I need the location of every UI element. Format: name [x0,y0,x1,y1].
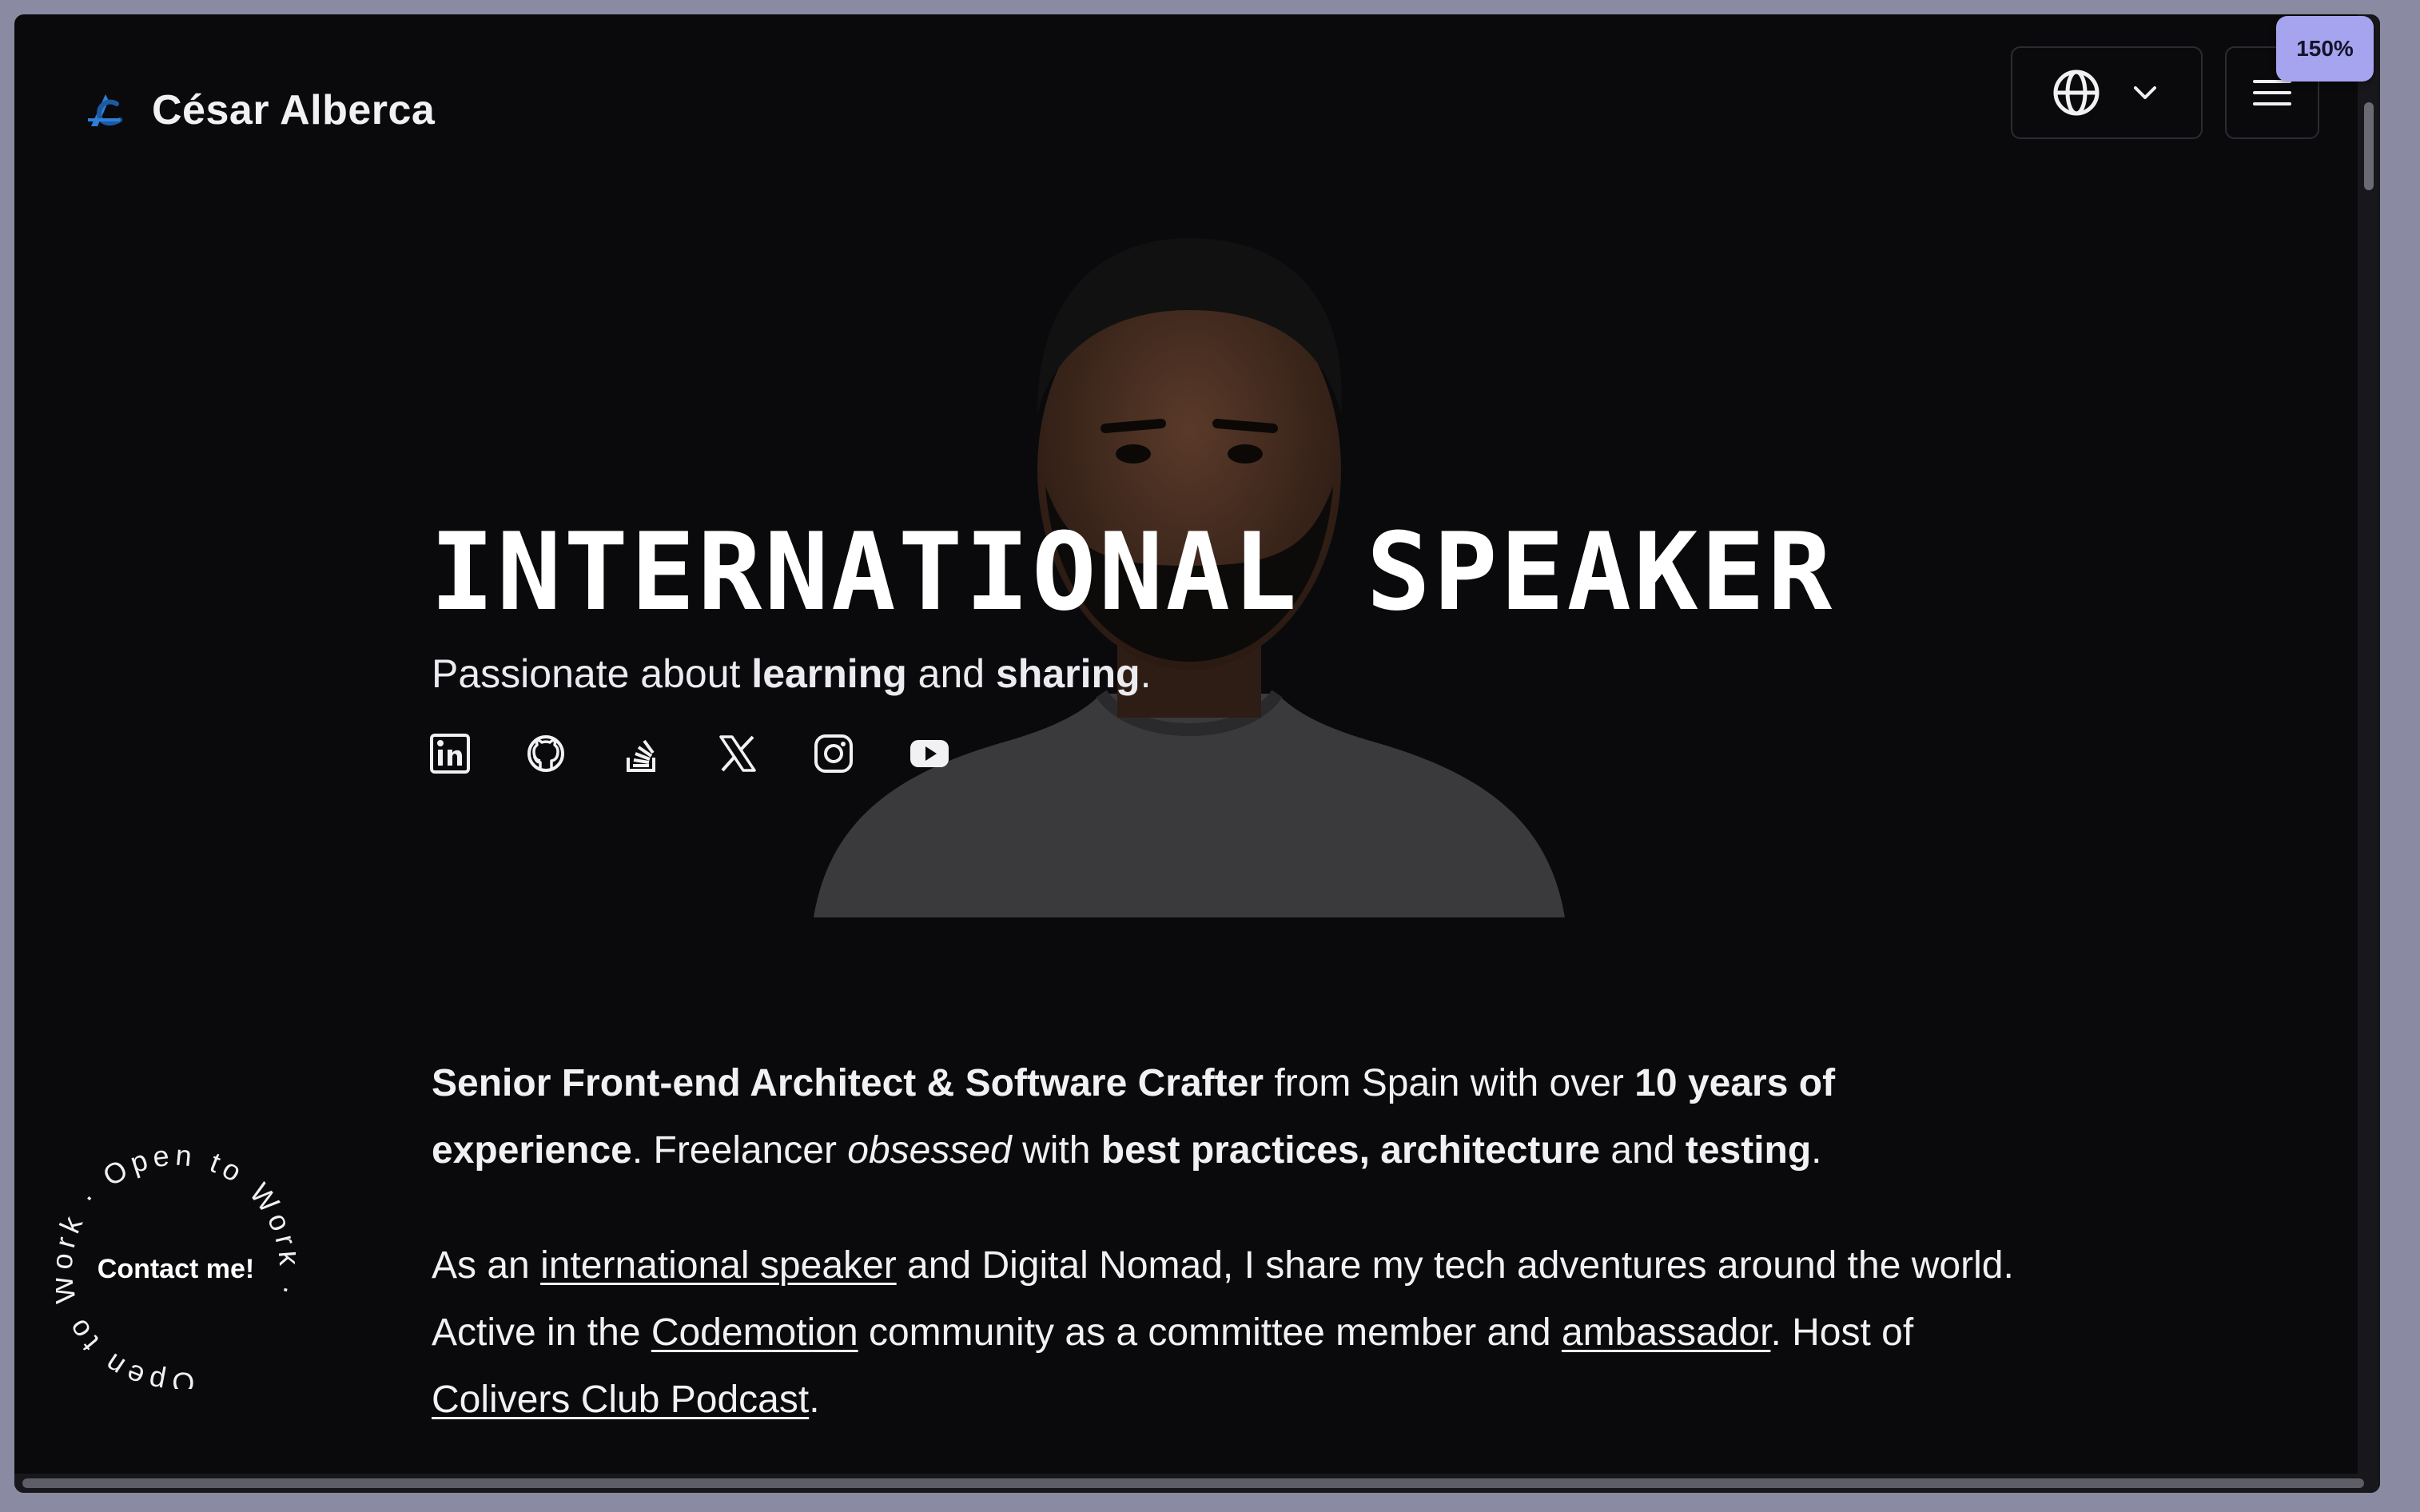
hero-subtitle: Passionate about learning and sharing. [432,651,1152,697]
brand-home-link[interactable]: César Alberca [82,83,435,137]
hero-subtitle-text: . [1140,651,1152,696]
ca-monogram-icon [88,94,122,126]
about-practices: best practices, architecture [1101,1129,1601,1172]
vertical-scrollbar-thumb[interactable] [2364,102,2374,190]
brand-name: César Alberca [152,87,436,133]
stackoverflow-icon[interactable] [622,734,662,774]
hero-subtitle-text: and [906,651,996,696]
about-text: community as a committee member and [858,1311,1562,1354]
about-text: . Host of [1770,1311,1914,1354]
about-testing: testing [1685,1129,1812,1172]
about-role: Senior Front-end Architect & Software Cr… [432,1062,1264,1104]
social-links [430,734,949,774]
ambassador-link[interactable]: ambassador [1562,1311,1771,1354]
vertical-scrollbar[interactable] [2358,14,2380,1493]
about-obsessed: obsessed [847,1129,1012,1172]
horizontal-scrollbar-thumb[interactable] [22,1478,2364,1488]
language-selector-button[interactable] [2011,46,2203,139]
about-text: . [809,1379,820,1421]
globe-icon [2053,70,2100,116]
x-twitter-icon[interactable] [718,734,758,774]
colivers-club-podcast-link[interactable]: Colivers Club Podcast [432,1379,809,1421]
instagram-icon[interactable] [814,734,854,774]
about-text: As an [432,1244,541,1287]
hamburger-menu-icon [2253,80,2291,105]
linkedin-icon[interactable] [430,734,470,774]
zoom-level-badge: 150% [2276,16,2374,82]
about-intro-paragraph: Senior Front-end Architect & Software Cr… [432,1050,2030,1184]
international-speaker-link[interactable]: international speaker [540,1244,897,1287]
codemotion-link[interactable]: Codemotion [651,1311,858,1354]
hero-title: INTERNATIONAL SPEAKER [430,510,1835,635]
hero-subtitle-bold: learning [751,651,907,696]
about-text: from Spain with over [1264,1062,1635,1104]
about-speaker-paragraph: As an international speaker and Digital … [432,1232,2030,1434]
github-icon[interactable] [526,734,566,774]
hero-subtitle-bold: sharing [996,651,1140,696]
about-text: with [1011,1129,1101,1172]
about-text: and [1600,1129,1686,1172]
chevron-down-icon [2134,86,2156,99]
about-text: . [1811,1129,1822,1172]
browser-viewport: César Alberca INTERNATIONAL SPEAKER Pass… [14,14,2380,1493]
contact-me-badge[interactable]: Open to Work · Open to Work · Contact me… [56,1149,296,1389]
youtube-icon[interactable] [909,734,949,774]
horizontal-scrollbar[interactable] [14,1474,2380,1493]
hero-subtitle-text: Passionate about [432,651,752,696]
contact-me-label: Contact me! [97,1253,255,1284]
about-text: . Freelancer [631,1129,848,1172]
